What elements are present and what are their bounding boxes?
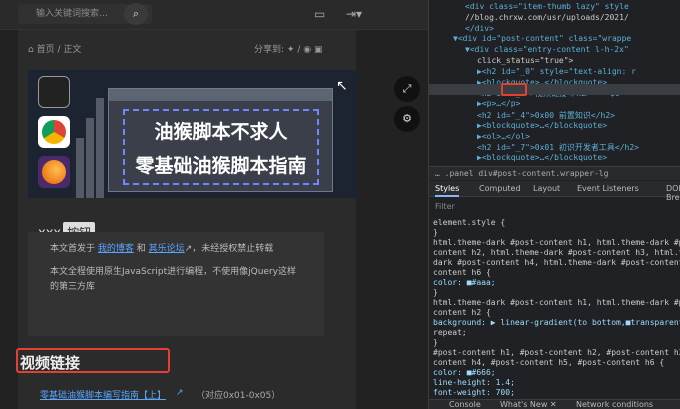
devtools-tab[interactable]: Layout — [533, 184, 560, 193]
css-line: color: ■#aaa; — [433, 278, 496, 287]
dom-node-row[interactable]: //blog.chrxw.com/usr/uploads/2021/ — [465, 13, 629, 22]
hero-window: 油猴脚本不求人 零基础油猴脚本指南 — [108, 88, 333, 192]
screenshot-root: 输入关键词搜索… ⌕ ▭ ⇥▾ ⌂ 首页 / 正文 分享到: ✦ / ◉ ▣ 油… — [0, 0, 680, 409]
firefox-icon — [38, 156, 70, 188]
share-label: 分享到: — [254, 45, 285, 55]
dom-node-row[interactable]: ▶<blockquote>…</blockquote> — [477, 121, 607, 130]
css-line: repeat; — [433, 328, 467, 337]
cursor-arrow-icon: ↖ — [336, 78, 348, 94]
dom-node-row[interactable]: <div class="item-thumb lazy" style — [465, 2, 629, 11]
top-navbar: 输入关键词搜索… ⌕ ▭ ⇥▾ — [0, 0, 428, 30]
css-line: background: ▶ linear-gradient(to bottom,… — [433, 318, 680, 327]
highlight-box — [16, 348, 170, 373]
quote-line-2: 本文全程使用原生JavaScript进行编程，不使用像jQuery这样的第三方库 — [50, 267, 296, 292]
link-note: （对应0x01-0x05） — [196, 391, 281, 401]
selected-node-row[interactable] — [429, 84, 680, 95]
blockquote: 本文首发于 我的博客 和 其乐论坛↗，未经授权禁止转载 本文全程使用原生Java… — [28, 232, 324, 336]
dom-breadcrumb[interactable]: … .panel div#post-content.wrapper-lg div… — [429, 166, 680, 191]
styles-tabs: Styles Computed Layout Event Listeners DOM B… — [429, 181, 680, 202]
dom-node-row[interactable]: click_status="true"> — [477, 56, 573, 65]
css-line: content h6 { — [433, 268, 491, 277]
css-line: html.theme-dark #post-content h1, html.t… — [433, 238, 680, 247]
devtools-tab[interactable]: Computed — [479, 184, 521, 193]
hero-title-line1: 油猴脚本不求人 — [154, 121, 288, 143]
css-line: content h2, html.theme-dark #post-conten… — [433, 248, 680, 257]
dom-node-row[interactable]: <h2 id="_4">0x00 前置知识</h2> — [477, 110, 615, 121]
hero-title-line2: 零基础油猴脚本指南 — [135, 155, 307, 177]
breadcrumb: ⌂ 首页 / 正文 — [28, 42, 81, 55]
hero-window-bar — [109, 89, 332, 101]
drawer-tab[interactable]: What's New ✕ — [500, 400, 557, 409]
external-link-icon: ↗ — [176, 388, 184, 398]
dom-node-row[interactable]: <h2 id="_7">0x01 初识开发者工具</h2> — [477, 142, 639, 153]
home-icon: ⌂ — [28, 45, 34, 55]
pen-icon[interactable]: / — [297, 45, 300, 55]
css-line: } — [433, 288, 438, 297]
weibo-icon[interactable]: ✦ — [287, 45, 295, 55]
forum-link[interactable]: 其乐论坛 — [149, 244, 185, 254]
blog-page: 输入关键词搜索… ⌕ ▭ ⇥▾ ⌂ 首页 / 正文 分享到: ✦ / ◉ ▣ 油… — [0, 0, 428, 409]
elements-tree: <div class="item-thumb lazy" style //blog… — [429, 0, 680, 166]
dom-node-row[interactable]: ▶<ol>…</ol> — [477, 132, 530, 141]
node-highlight-box — [501, 83, 527, 96]
share-bar: 分享到: ✦ / ◉ ▣ — [254, 42, 323, 55]
camera-icon[interactable]: ▣ — [314, 45, 323, 55]
css-line: } — [433, 338, 438, 347]
breadcrumb-home[interactable]: 首页 — [37, 45, 55, 55]
quote-line-1: 本文首发于 我的博客 和 其乐论坛↗，未经授权禁止转载 — [50, 242, 302, 257]
expand-icon[interactable]: ⤢ — [394, 76, 420, 102]
dom-node-row[interactable]: ▶<blockquote>…</blockquote> — [477, 153, 607, 162]
breadcrumb-current: 正文 — [63, 45, 82, 55]
dom-node-row[interactable]: ▼<div id="post-content" class="wrappe — [453, 34, 631, 43]
css-line: } — [433, 228, 438, 237]
css-line: font-weight: 700; — [433, 388, 515, 397]
drawer-tabs: Console What's New ✕ Network conditions — [429, 399, 680, 409]
devtools-tab[interactable]: Event Listeners — [577, 184, 639, 193]
css-line: html.theme-dark #post-content h1, html.t… — [433, 298, 680, 307]
drawer-tab[interactable]: Console — [449, 400, 481, 409]
chat-icon[interactable]: ▭ — [314, 7, 325, 21]
eye-icon[interactable]: ◉ — [303, 45, 311, 55]
css-line: #post-content h1, #post-content h2, #pos… — [433, 348, 680, 357]
hero-banner: 油猴脚本不求人 零基础油猴脚本指南 ↖ — [28, 70, 358, 198]
styles-filter[interactable]: Filter — [435, 202, 455, 211]
blog-link[interactable]: 我的博客 — [98, 244, 134, 254]
css-line: dark #post-content h4, html.theme-dark #… — [433, 258, 680, 267]
breadcrumb-separator: / — [57, 45, 61, 55]
quote-text: 本文首发于 — [50, 244, 96, 254]
drawer-tab[interactable]: Network conditions — [576, 400, 653, 409]
css-line: element.style { — [433, 218, 506, 227]
devtools-tab[interactable]: Styles — [435, 184, 460, 197]
chrome-icon — [38, 116, 70, 148]
search-icon[interactable]: ⌕ — [124, 3, 148, 25]
dom-node-row[interactable]: ▶<h2 id="_0" style="text-align: r — [477, 67, 636, 76]
gear-icon[interactable]: ⚙ — [394, 106, 420, 132]
css-line: line-height: 1.4; — [433, 378, 515, 387]
dom-node-row[interactable]: ▶<p>…</p> — [477, 99, 520, 108]
css-line: content h4, #post-content h5, #post-cont… — [433, 358, 665, 367]
devtools-panel: <div class="item-thumb lazy" style //blog… — [428, 0, 680, 409]
css-line: content h2 { — [433, 308, 491, 317]
quote-text: 和 — [136, 244, 146, 254]
dom-node-row[interactable]: </div> — [465, 24, 494, 33]
login-icon[interactable]: ⇥▾ — [346, 7, 362, 21]
devtools-tab[interactable]: DOM Breakpo — [666, 184, 680, 202]
hero-title-box: 油猴脚本不求人 零基础油猴脚本指南 — [123, 109, 319, 185]
app-logo-icon — [38, 76, 70, 108]
css-line: color: ■#666; — [433, 368, 496, 377]
dom-node-row[interactable]: ▼<div class="entry-content l-h-2x" — [465, 45, 629, 54]
quote-text: ，未经授权禁止转载 — [192, 244, 274, 254]
video-link[interactable]: 零基础油猴脚本编写指南【上】 — [40, 388, 166, 401]
